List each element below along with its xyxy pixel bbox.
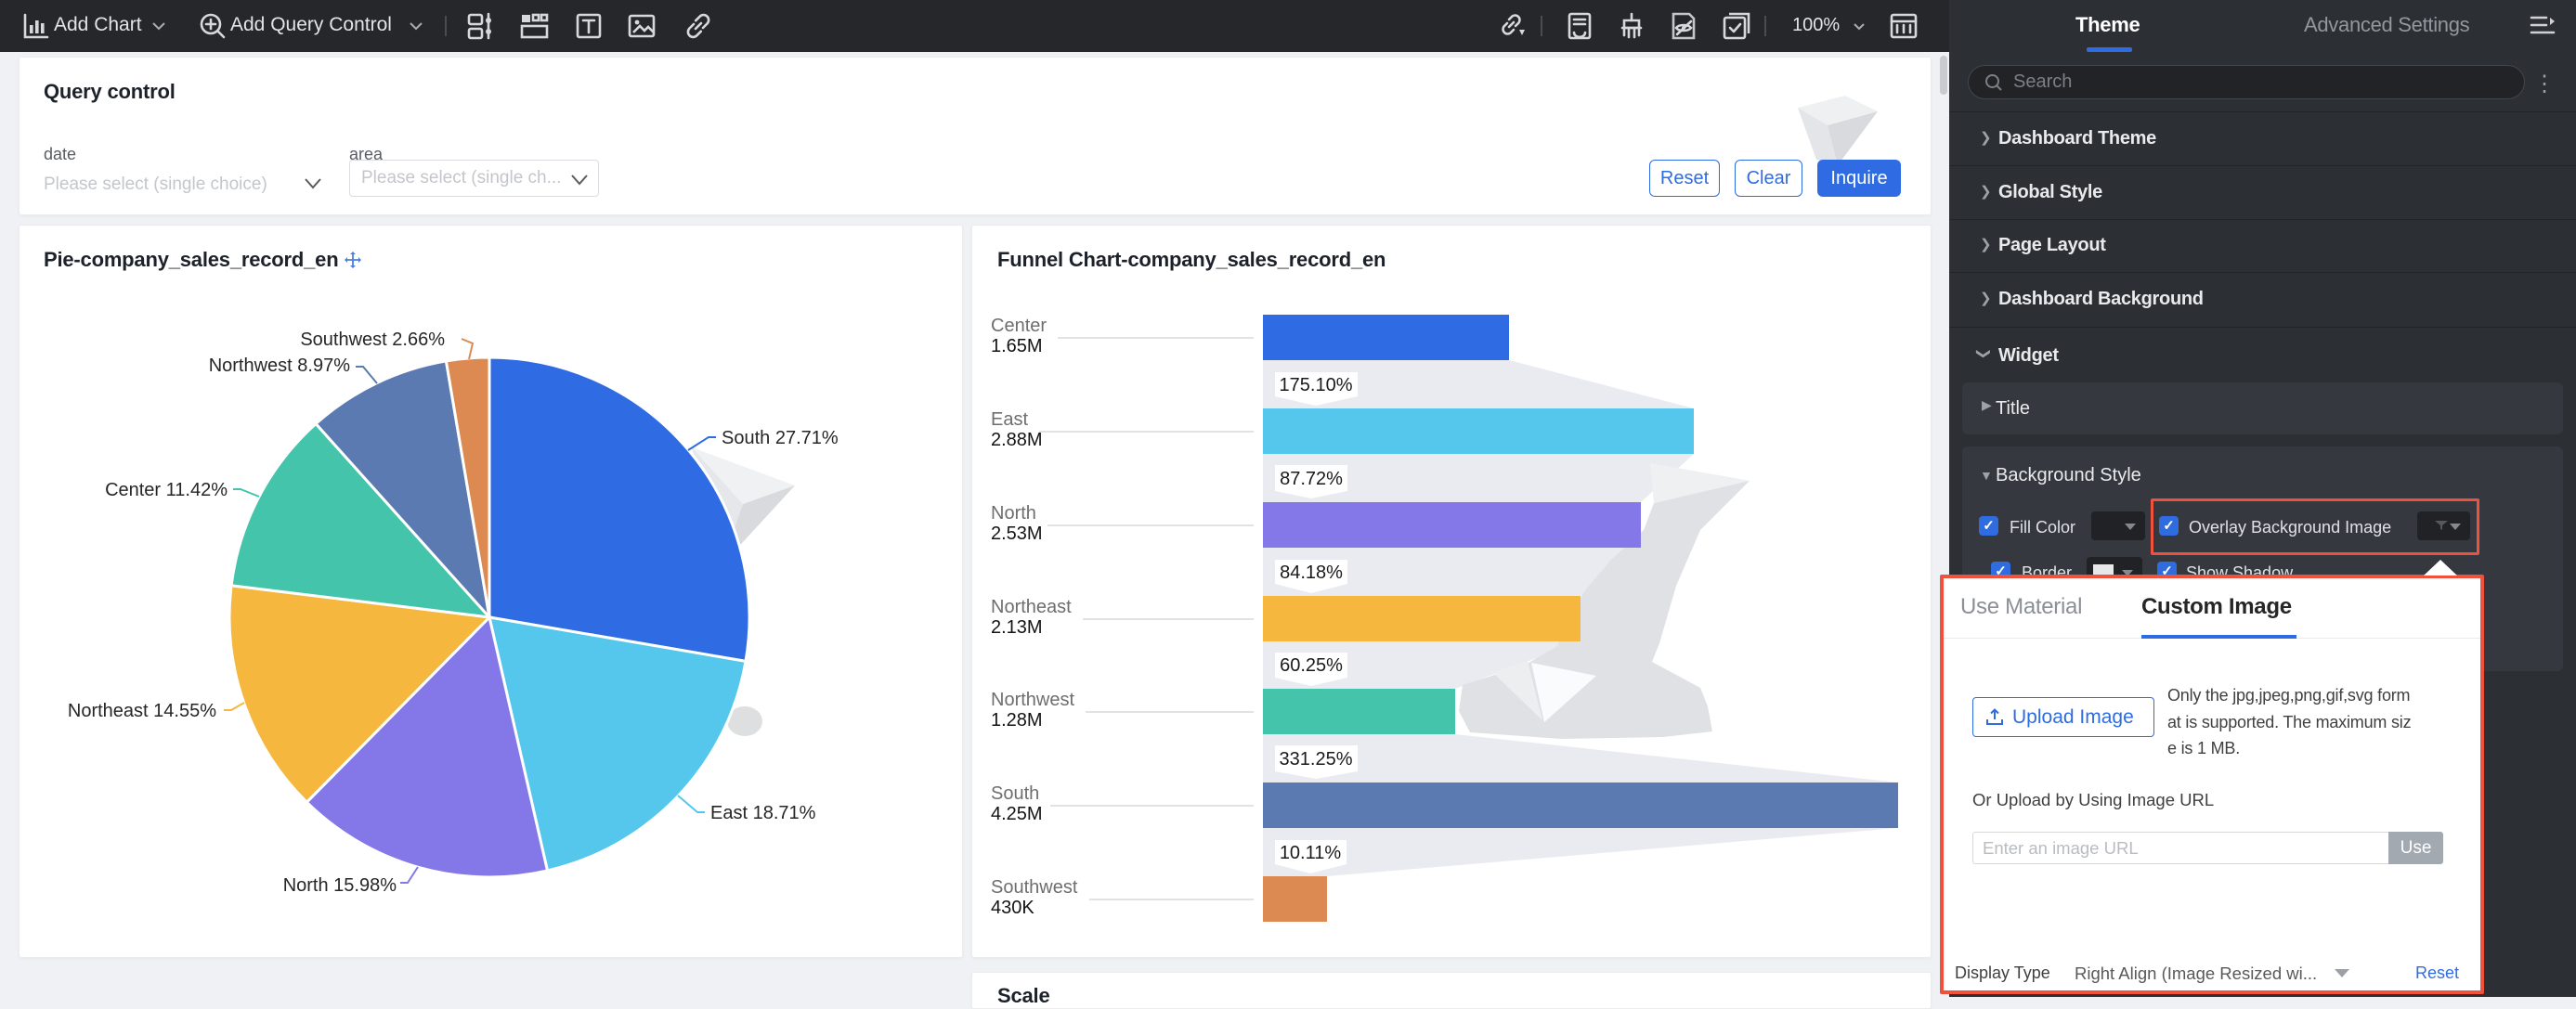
svg-text:2.53M: 2.53M bbox=[991, 524, 1043, 544]
svg-text:South 27.71%: South 27.71% bbox=[722, 428, 839, 448]
svg-text:South: South bbox=[991, 783, 1039, 804]
svg-text:430K: 430K bbox=[991, 898, 1034, 918]
svg-text:Southwest 2.66%: Southwest 2.66% bbox=[300, 330, 445, 350]
svg-text:Southwest: Southwest bbox=[991, 877, 1078, 898]
svg-text:East 18.71%: East 18.71% bbox=[710, 803, 816, 823]
svg-text:North 15.98%: North 15.98% bbox=[283, 875, 397, 896]
svg-text:84.18%: 84.18% bbox=[1280, 563, 1343, 583]
svg-text:2.13M: 2.13M bbox=[991, 617, 1043, 638]
svg-text:87.72%: 87.72% bbox=[1280, 469, 1343, 489]
svg-text:Northwest 8.97%: Northwest 8.97% bbox=[209, 356, 351, 376]
svg-text:East: East bbox=[991, 409, 1028, 430]
svg-text:North: North bbox=[991, 503, 1036, 524]
svg-text:175.10%: 175.10% bbox=[1280, 375, 1353, 395]
svg-text:Northwest: Northwest bbox=[991, 690, 1074, 710]
svg-text:Northeast: Northeast bbox=[991, 597, 1072, 617]
svg-text:Center: Center bbox=[991, 316, 1047, 336]
svg-text:4.25M: 4.25M bbox=[991, 804, 1043, 824]
svg-text:60.25%: 60.25% bbox=[1280, 655, 1343, 676]
svg-text:1.65M: 1.65M bbox=[991, 336, 1043, 356]
svg-text:331.25%: 331.25% bbox=[1280, 749, 1353, 770]
svg-text:1.28M: 1.28M bbox=[991, 710, 1043, 731]
svg-text:Northeast 14.55%: Northeast 14.55% bbox=[68, 701, 216, 721]
svg-text:Center 11.42%: Center 11.42% bbox=[105, 480, 228, 500]
svg-text:10.11%: 10.11% bbox=[1280, 843, 1342, 863]
svg-text:2.88M: 2.88M bbox=[991, 430, 1043, 450]
